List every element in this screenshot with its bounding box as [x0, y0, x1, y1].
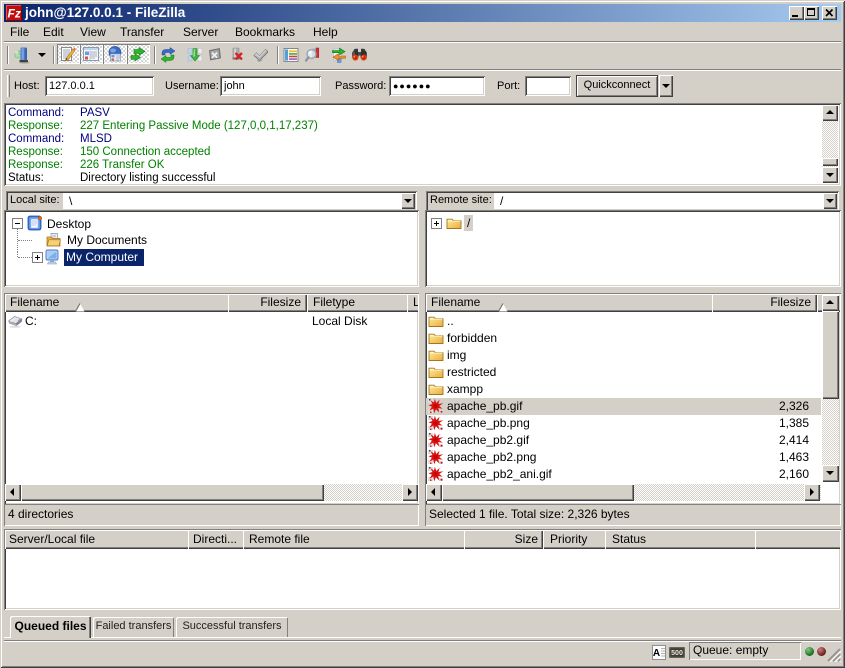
svg-text:A: A — [653, 648, 660, 659]
svg-text:Fz: Fz — [8, 7, 21, 21]
svg-text:500: 500 — [671, 650, 683, 657]
